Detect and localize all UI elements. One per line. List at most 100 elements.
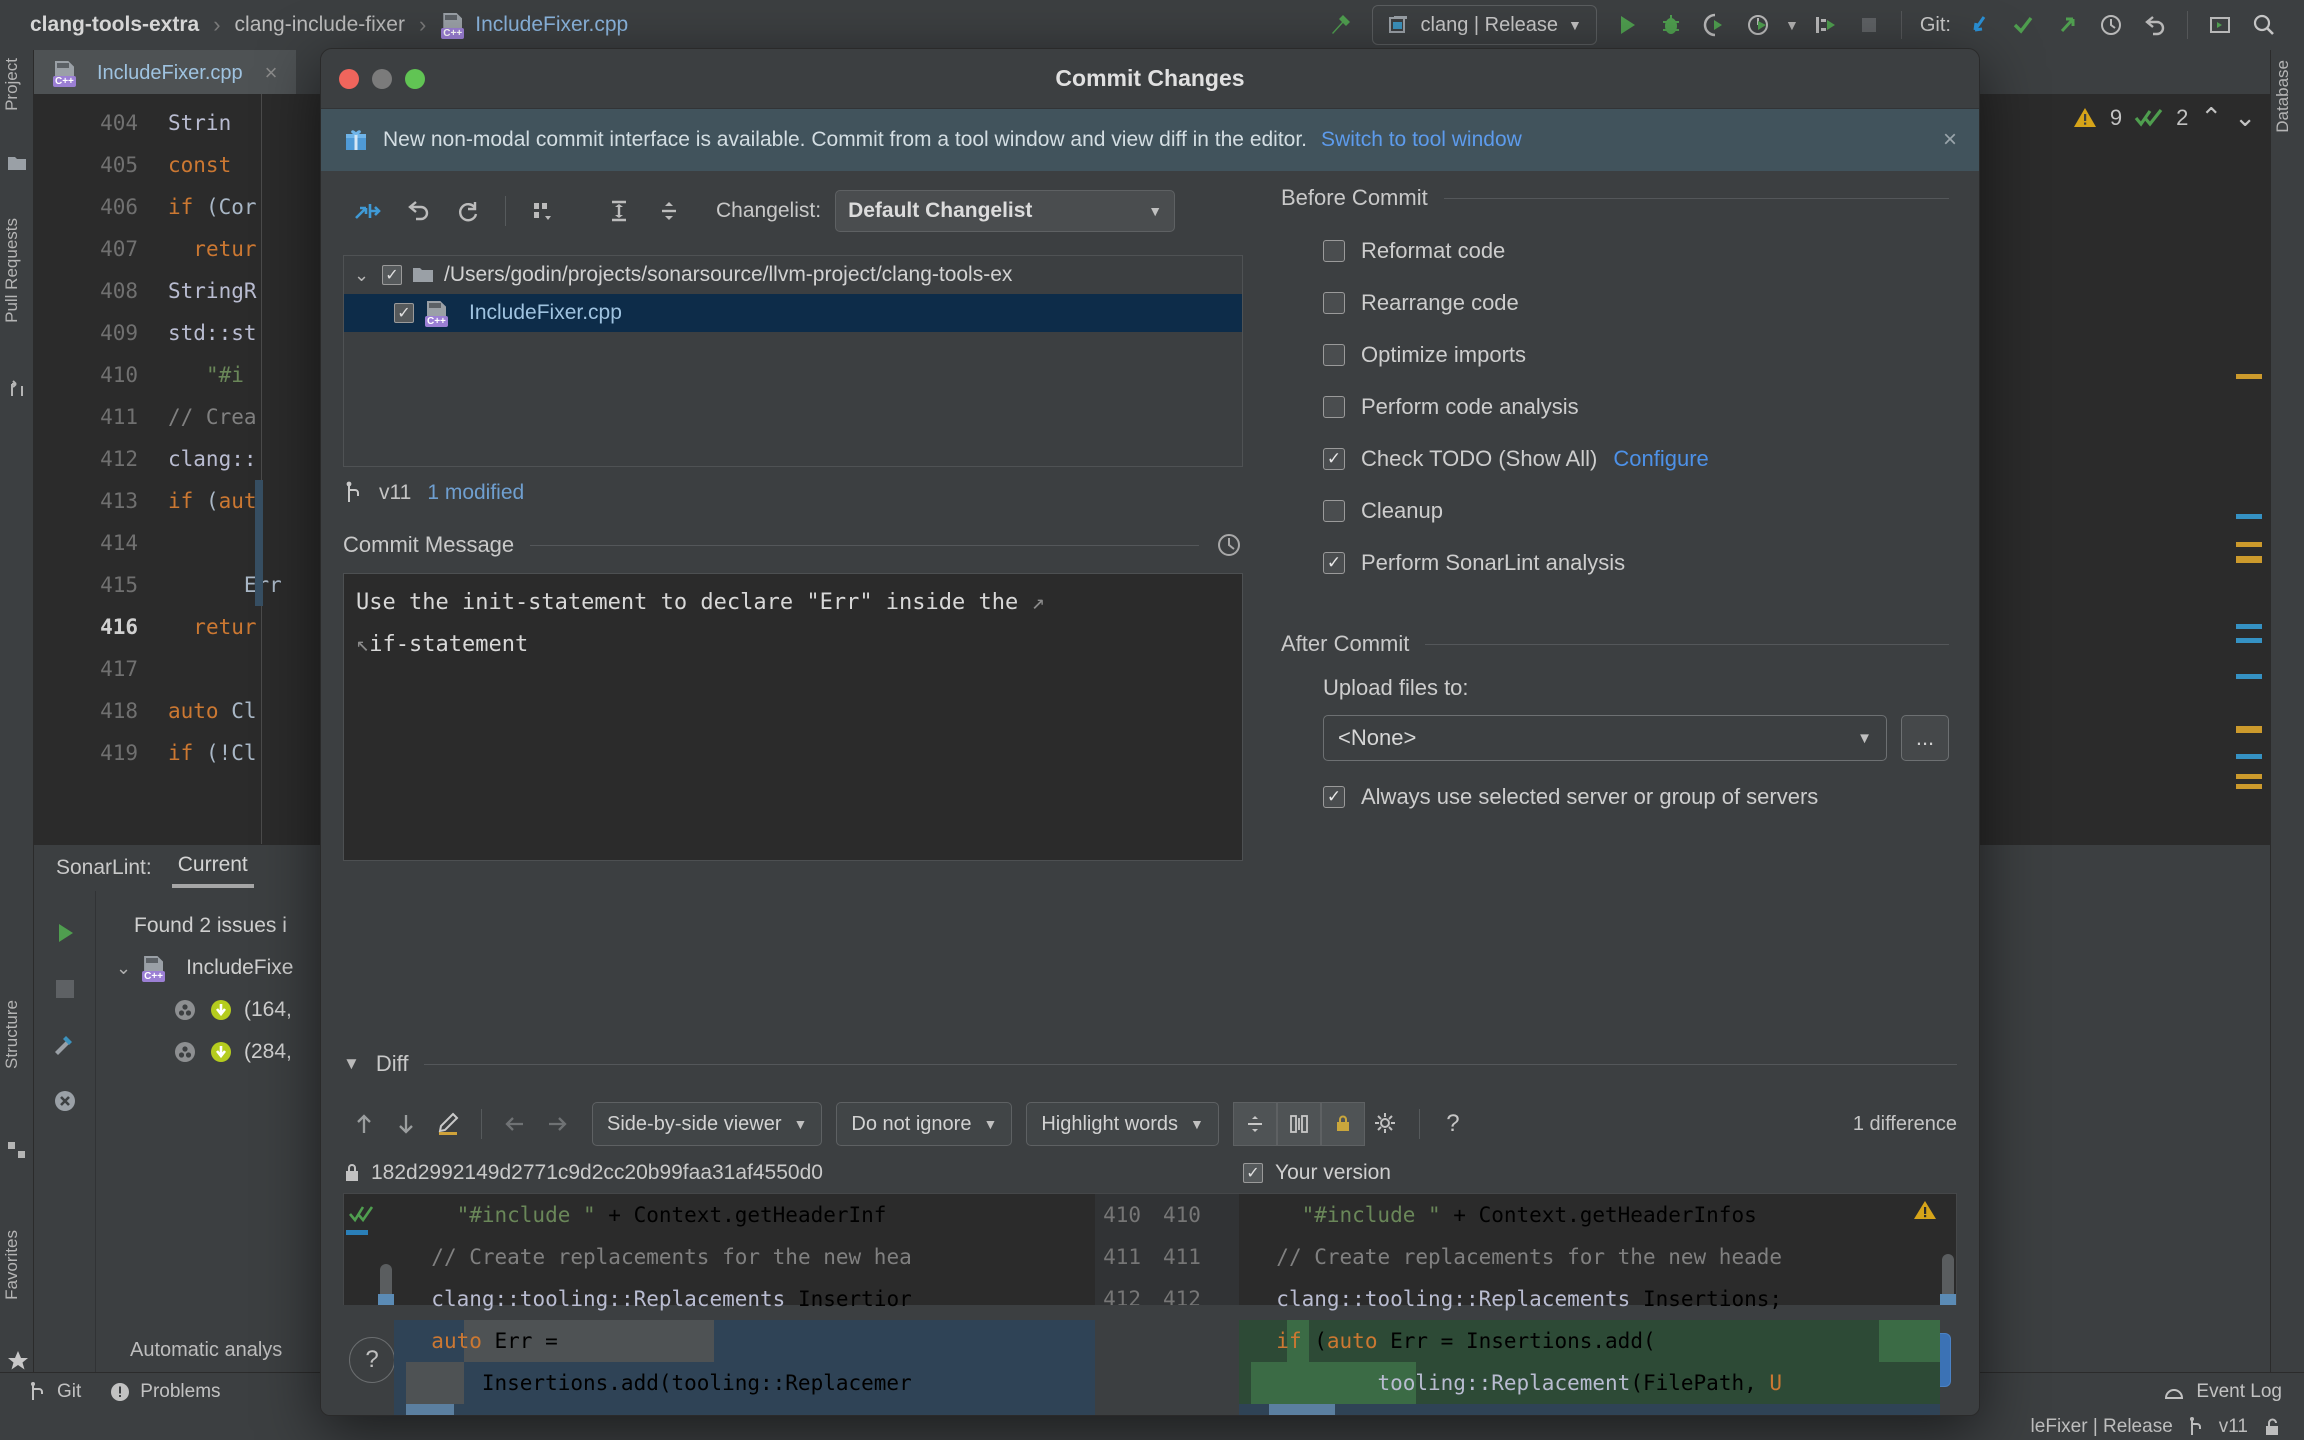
search-icon[interactable]	[2242, 3, 2286, 47]
profile-icon[interactable]	[1737, 3, 1781, 47]
minimize-window-button[interactable]	[372, 69, 392, 89]
git-commit-icon[interactable]	[2001, 3, 2045, 47]
event-log-label[interactable]: Event Log	[2196, 1381, 2282, 1403]
tree-root-row[interactable]: ⌄ ✓ /Users/godin/projects/sonarsource/ll…	[344, 256, 1242, 294]
close-window-button[interactable]	[339, 69, 359, 89]
git-rollback-icon[interactable]	[2133, 3, 2177, 47]
sidebar-item-favorites[interactable]: Favorites	[2, 1230, 22, 1300]
option-rearrange-code[interactable]: ✓ Rearrange code	[1281, 277, 1949, 329]
checkbox-root[interactable]: ✓	[382, 265, 402, 285]
diff-help-icon[interactable]: ?	[1432, 1103, 1474, 1145]
collapse-all-icon[interactable]	[644, 189, 694, 233]
git-update-icon[interactable]	[1957, 3, 2001, 47]
collapse-unchanged-toggle[interactable]	[1233, 1102, 1277, 1146]
checkbox[interactable]: ✓	[1323, 448, 1345, 470]
chevron-down-icon[interactable]: ▼	[343, 1054, 360, 1074]
next-problem-icon[interactable]: ⌄	[2234, 102, 2256, 133]
debug-icon[interactable]	[1649, 3, 1693, 47]
diff-right-code[interactable]: "#include " + Context.getHeaderInfos // …	[1239, 1194, 1940, 1416]
browse-servers-button[interactable]: ...	[1901, 715, 1949, 761]
switch-to-tool-window-link[interactable]: Switch to tool window	[1321, 128, 1522, 152]
tree-file-row[interactable]: ✓ C++ IncludeFixer.cpp	[344, 294, 1242, 332]
edit-source-icon[interactable]	[427, 1103, 469, 1145]
previous-difference-icon[interactable]	[343, 1103, 385, 1145]
diff-left-code[interactable]: "#include " + Context.getHeaderInf // Cr…	[394, 1194, 1095, 1416]
checkbox[interactable]: ✓	[1323, 786, 1345, 808]
apply-right-icon[interactable]	[536, 1103, 578, 1145]
breadcrumb-item-1[interactable]: clang-include-fixer	[235, 13, 405, 37]
run-analysis-icon[interactable]	[34, 905, 95, 961]
apply-left-icon[interactable]	[494, 1103, 536, 1145]
run-icon[interactable]	[1605, 3, 1649, 47]
rollback-icon[interactable]	[393, 189, 443, 233]
coverage-icon[interactable]	[1693, 3, 1737, 47]
group-by-icon[interactable]	[518, 189, 568, 233]
option-reformat-code[interactable]: ✓ Reformat code	[1281, 225, 1949, 277]
status-item-problems[interactable]: Problems	[109, 1381, 220, 1403]
next-difference-icon[interactable]	[385, 1103, 427, 1145]
checkbox[interactable]: ✓	[1323, 552, 1345, 574]
stop-analysis-icon[interactable]	[34, 961, 95, 1017]
highlight-mode-select[interactable]: Highlight words ▼	[1026, 1102, 1219, 1146]
upload-server-select[interactable]: <None> ▼	[1323, 715, 1887, 761]
status-run-config[interactable]: leFixer | Release	[2031, 1416, 2173, 1438]
changed-files-tree[interactable]: ⌄ ✓ /Users/godin/projects/sonarsource/ll…	[343, 255, 1243, 467]
checkbox[interactable]: ✓	[1323, 500, 1345, 522]
status-branch[interactable]: v11	[2219, 1416, 2248, 1438]
clear-icon[interactable]	[34, 1073, 95, 1129]
option-optimize-imports[interactable]: ✓ Optimize imports	[1281, 329, 1949, 381]
terminal-icon[interactable]	[2198, 3, 2242, 47]
modified-count[interactable]: 1 modified	[427, 481, 524, 505]
sidebar-item-database[interactable]: Database	[2273, 60, 2293, 133]
stop-icon[interactable]	[1847, 3, 1891, 47]
option-check-todo[interactable]: ✓ Check TODO (Show All) Configure	[1281, 433, 1949, 485]
move-to-another-changelist-icon[interactable]	[343, 189, 393, 233]
tab-current[interactable]: Current	[178, 853, 248, 883]
diff-settings-gear-icon[interactable]	[1365, 1103, 1407, 1145]
refresh-icon[interactable]	[443, 189, 493, 233]
checkbox[interactable]: ✓	[1323, 240, 1345, 262]
git-history-icon[interactable]	[2089, 3, 2133, 47]
git-push-icon[interactable]	[2045, 3, 2089, 47]
expand-all-icon[interactable]	[594, 189, 644, 233]
close-icon[interactable]: ×	[1943, 126, 1957, 154]
changelist-select[interactable]: Default Changelist ▼	[835, 190, 1175, 232]
checkbox[interactable]: ✓	[1323, 344, 1345, 366]
breadcrumb-item-0[interactable]: clang-tools-extra	[30, 13, 199, 37]
checkbox-file[interactable]: ✓	[394, 303, 414, 323]
checkbox[interactable]: ✓	[1323, 292, 1345, 314]
accept-change-icon[interactable]	[348, 1204, 374, 1226]
option-perform-sonarlint-analysis[interactable]: ✓ Perform SonarLint analysis	[1281, 537, 1949, 589]
checkbox[interactable]: ✓	[1323, 396, 1345, 418]
history-icon[interactable]	[1215, 531, 1243, 559]
chevron-down-icon[interactable]: ⌄	[116, 958, 131, 979]
sidebar-item-pull-requests[interactable]: Pull Requests	[2, 218, 22, 323]
help-button[interactable]: ?	[349, 1337, 395, 1383]
run-with-coverage-icon[interactable]	[1803, 3, 1847, 47]
sidebar-item-structure[interactable]: Structure	[2, 1000, 22, 1069]
maximize-window-button[interactable]	[405, 69, 425, 89]
chevron-down-icon[interactable]: ▼	[1781, 3, 1803, 47]
settings-tools-icon[interactable]	[34, 1017, 95, 1073]
breadcrumb-item-2[interactable]: IncludeFixer.cpp	[475, 13, 628, 37]
configure-todo-link[interactable]: Configure	[1613, 446, 1708, 472]
prev-problem-icon[interactable]: ⌃	[2200, 102, 2222, 133]
read-only-lock-toggle[interactable]	[1321, 1102, 1365, 1146]
option-perform-code-analysis[interactable]: ✓ Perform code analysis	[1281, 381, 1949, 433]
editor-tab-includefixer[interactable]: C++ IncludeFixer.cpp ×	[34, 50, 296, 94]
run-configuration-selector[interactable]: clang | Release ▼	[1372, 5, 1597, 45]
checkbox-your-version[interactable]: ✓	[1243, 1163, 1263, 1183]
sidebar-item-project[interactable]: Project	[2, 58, 22, 111]
your-version-label: ✓ Your version	[1243, 1161, 1391, 1185]
option-cleanup[interactable]: ✓ Cleanup	[1281, 485, 1949, 537]
hammer-icon[interactable]	[1318, 3, 1362, 47]
commit-message-input[interactable]: Use the init-statement to declare "Err" …	[343, 573, 1243, 861]
close-icon[interactable]: ×	[265, 60, 278, 86]
ignore-mode-select[interactable]: Do not ignore ▼	[836, 1102, 1012, 1146]
toolbar-divider	[2187, 11, 2188, 39]
option-always-use-server[interactable]: ✓ Always use selected server or group of…	[1281, 771, 1949, 823]
chevron-down-icon[interactable]: ⌄	[354, 265, 372, 286]
viewer-mode-select[interactable]: Side-by-side viewer ▼	[592, 1102, 822, 1146]
status-item-git[interactable]: Git	[28, 1381, 81, 1403]
synchronize-scroll-toggle[interactable]	[1277, 1102, 1321, 1146]
